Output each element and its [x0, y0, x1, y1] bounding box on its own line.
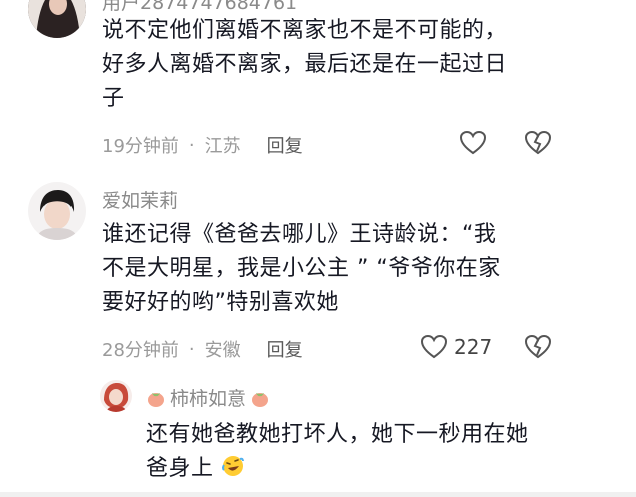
comment-line: 谁还记得《爸爸去哪儿》王诗龄说：“我 — [102, 222, 497, 247]
comment-text: 谁还记得《爸爸去哪儿》王诗龄说：“我 不是大明星，我是小公主 ” “爷爷你在家 … — [102, 218, 582, 320]
avatar[interactable] — [28, 182, 86, 240]
location: 安徽 — [204, 340, 241, 361]
avatar-image — [28, 182, 86, 240]
comment-line-with-emoji: 爸身上 — [146, 452, 586, 486]
dislike-button[interactable] — [524, 130, 552, 156]
comment-meta: 28分钟前 · 安徽 回复 — [102, 336, 303, 362]
heart-icon — [459, 130, 487, 155]
comment-line: 好多人离婚不离家，最后还是在一起过日 — [102, 52, 508, 77]
comment-username[interactable]: 柿柿如意 — [170, 384, 246, 411]
avatar-image — [100, 380, 132, 412]
comment-meta: 19分钟前 · 江苏 回复 — [102, 132, 303, 158]
sub-comment-username-row: 柿柿如意 — [146, 384, 270, 411]
avatar-image — [28, 0, 86, 38]
broken-heart-icon — [524, 130, 552, 155]
persimmon-icon — [252, 392, 269, 407]
separator-dot: · — [188, 134, 195, 156]
broken-heart-icon — [524, 334, 552, 359]
comment-username[interactable]: 爱如茉莉 — [102, 186, 178, 213]
separator-dot: · — [188, 338, 195, 360]
avatar[interactable] — [100, 380, 132, 412]
avatar[interactable] — [28, 0, 86, 38]
comment-line: 还有她爸教她打坏人，她下一秒用在她 — [146, 422, 529, 447]
reply-button[interactable]: 回复 — [267, 132, 303, 158]
scroll-indicator — [0, 492, 636, 497]
timestamp: 28分钟前 — [102, 340, 179, 361]
comment-line: 子 — [102, 86, 125, 111]
heart-icon — [420, 334, 448, 359]
comment-line: 要好好的哟”特别喜欢她 — [102, 290, 339, 315]
reply-button[interactable]: 回复 — [267, 336, 303, 362]
like-button[interactable]: 227 — [420, 334, 492, 360]
comment-line: 说不定他们离婚不离家也不是不可能的， — [102, 18, 508, 43]
comment-line: 爸身上 — [146, 456, 214, 481]
like-count: 227 — [454, 335, 493, 359]
comment-username[interactable]: 用户2874747684761 — [102, 0, 297, 15]
persimmon-icon — [148, 392, 164, 407]
dislike-button[interactable] — [524, 334, 552, 360]
comment-text: 说不定他们离婚不离家也不是不可能的， 好多人离婚不离家，最后还是在一起过日 子 — [102, 14, 582, 116]
comment-line: 不是大明星，我是小公主 ” “爷爷你在家 — [102, 256, 501, 281]
timestamp: 19分钟前 — [102, 136, 179, 157]
laughing-crying-emoji — [222, 456, 245, 476]
comment-text: 还有她爸教她打坏人，她下一秒用在她 爸身上 — [146, 418, 586, 486]
like-button[interactable] — [459, 130, 487, 156]
location: 江苏 — [204, 136, 241, 157]
